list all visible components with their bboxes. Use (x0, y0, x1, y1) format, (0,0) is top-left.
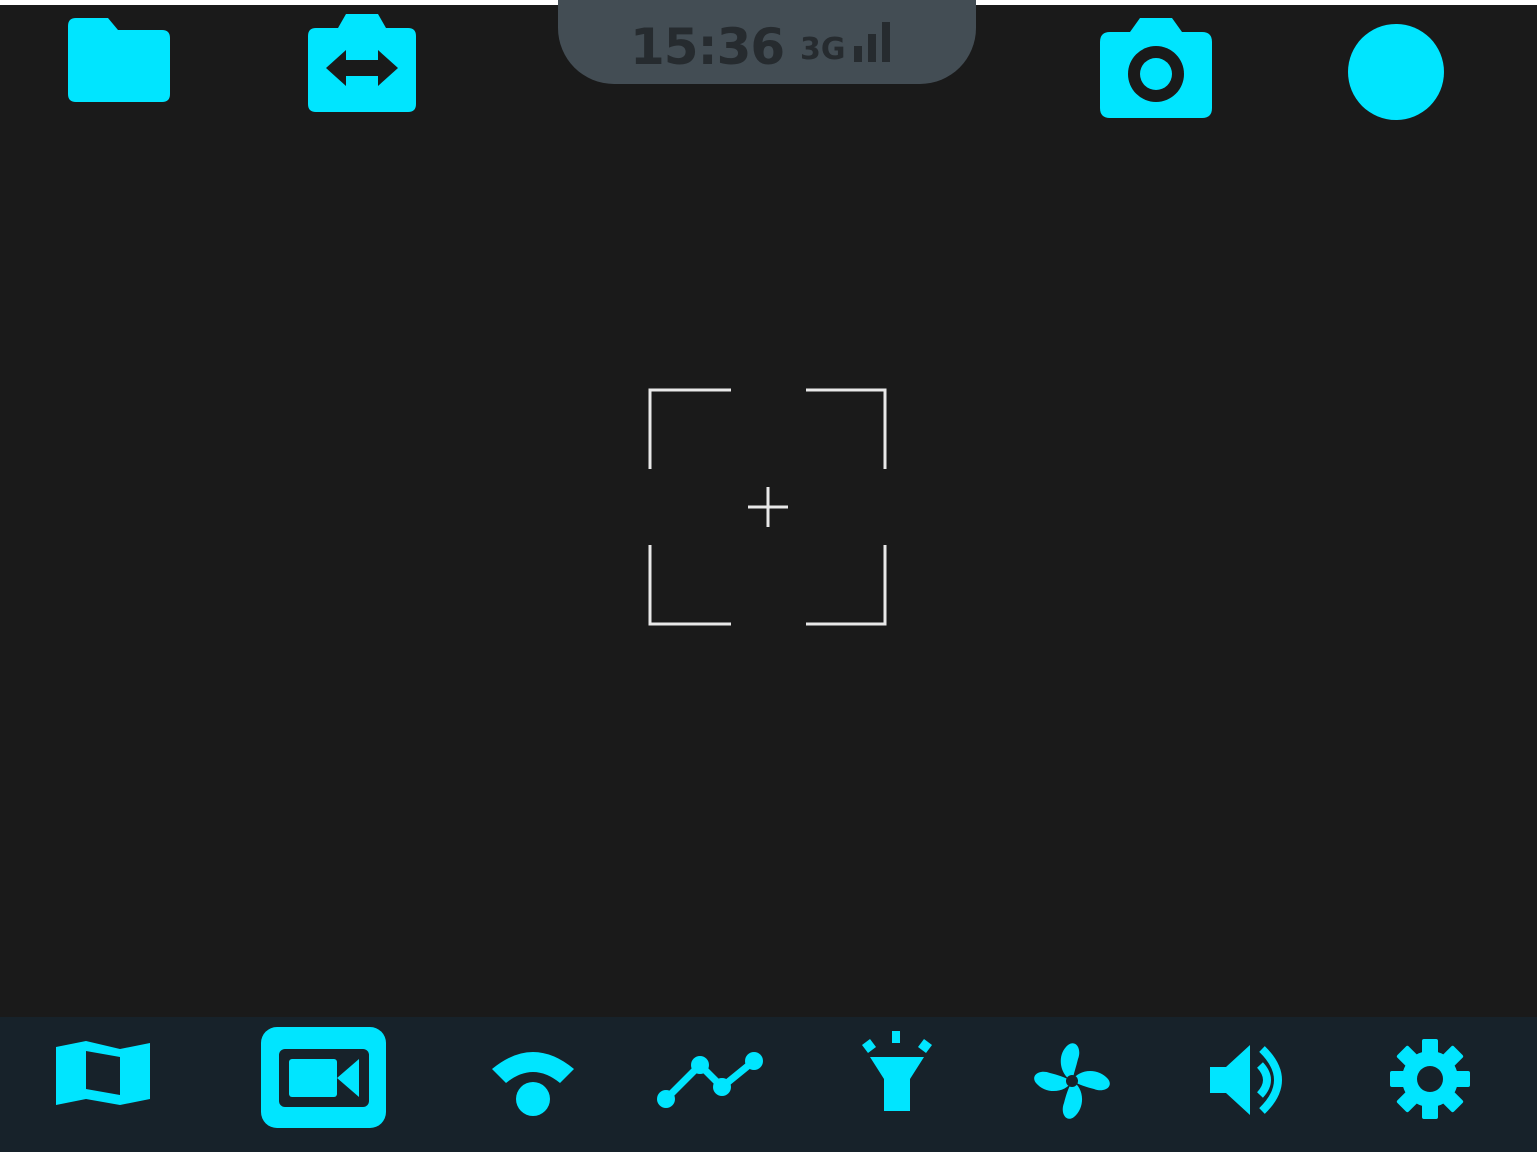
chart-line-icon[interactable] (654, 1051, 766, 1116)
folder-icon[interactable] (68, 18, 170, 102)
network-type: 3G (800, 32, 846, 67)
focus-reticle (646, 385, 892, 636)
volume-icon[interactable] (1208, 1043, 1292, 1122)
flashlight-icon[interactable] (858, 1031, 936, 1118)
video-camera-icon[interactable] (261, 1027, 386, 1128)
wifi-icon[interactable] (490, 1047, 576, 1122)
map-icon[interactable] (56, 1041, 150, 1112)
fan-icon[interactable] (1030, 1041, 1114, 1126)
settings-icon[interactable] (1386, 1039, 1474, 1124)
status-bar: 15:36 3G (558, 0, 976, 84)
bottom-navigation (0, 1017, 1537, 1152)
status-time: 15:36 (630, 18, 785, 76)
signal-strength-icon (854, 22, 898, 69)
